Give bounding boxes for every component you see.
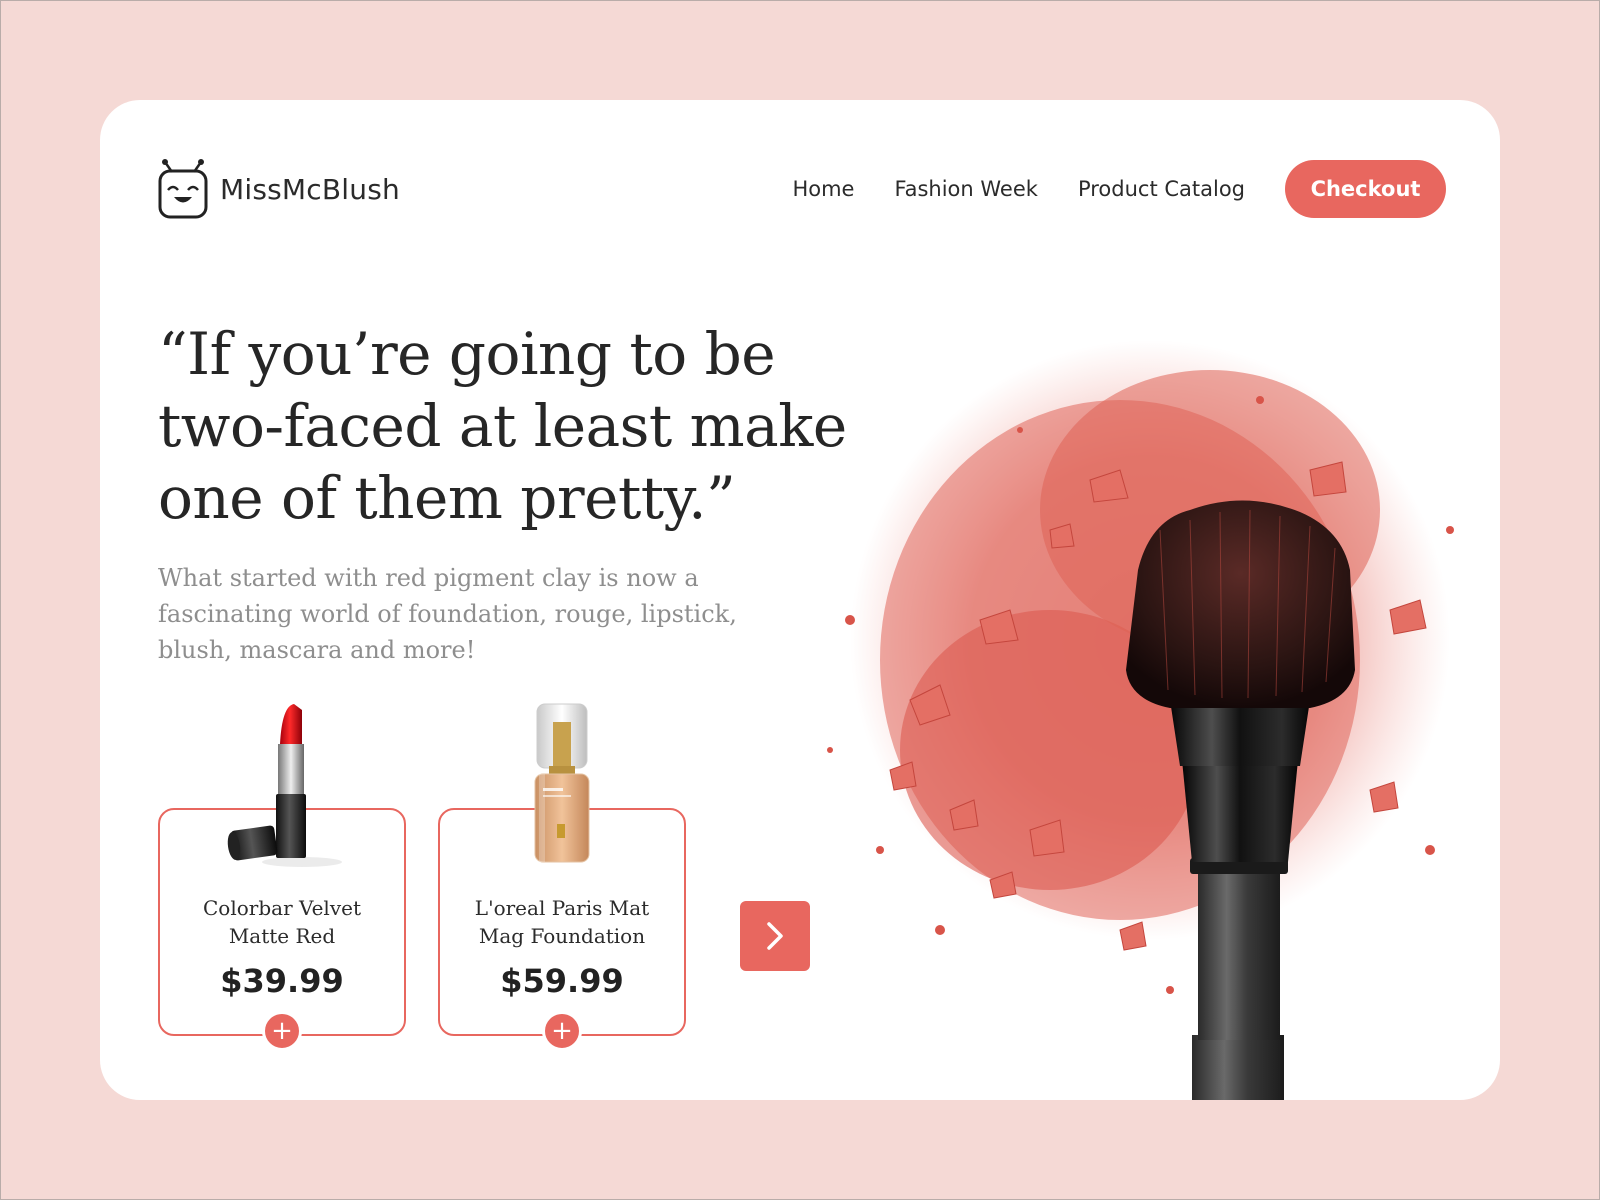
- happy-face-antenna-icon: [158, 159, 208, 219]
- landing-card: MissMcBlush Home Fashion Week Product Ca…: [100, 100, 1500, 1100]
- foundation-bottle-icon: [517, 700, 607, 875]
- nav-home[interactable]: Home: [792, 177, 854, 201]
- product-price: $39.99: [220, 962, 344, 1000]
- plus-icon: +: [551, 1016, 573, 1046]
- product-name: Colorbar Velvet Matte Red: [203, 896, 361, 948]
- add-to-cart-button[interactable]: +: [262, 1011, 302, 1051]
- hero-subtext: What started with red pigment clay is no…: [158, 564, 737, 664]
- product-card[interactable]: L'oreal Paris Mat Mag Foundation $59.99 …: [438, 703, 686, 1051]
- nav-fashion-week[interactable]: Fashion Week: [894, 177, 1037, 201]
- brand-name: MissMcBlush: [220, 172, 400, 206]
- lipstick-icon: [222, 700, 342, 875]
- makeup-brush-powder-image: [827, 340, 1454, 1100]
- add-to-cart-button[interactable]: +: [542, 1011, 582, 1051]
- nav-product-catalog[interactable]: Product Catalog: [1078, 177, 1245, 201]
- brand-logo[interactable]: MissMcBlush: [158, 158, 400, 220]
- hero-headline: “If you’re going to be two-faced at leas…: [158, 320, 847, 532]
- main-nav: Home Fashion Week Product Catalog Checko…: [792, 160, 1446, 218]
- plus-icon: +: [271, 1016, 293, 1046]
- product-name: L'oreal Paris Mat Mag Foundation: [474, 896, 650, 948]
- product-price: $59.99: [500, 962, 624, 1000]
- checkout-button[interactable]: Checkout: [1285, 160, 1446, 218]
- product-card[interactable]: Colorbar Velvet Matte Red $39.99 +: [158, 704, 406, 1051]
- chevron-right-icon: [767, 922, 783, 950]
